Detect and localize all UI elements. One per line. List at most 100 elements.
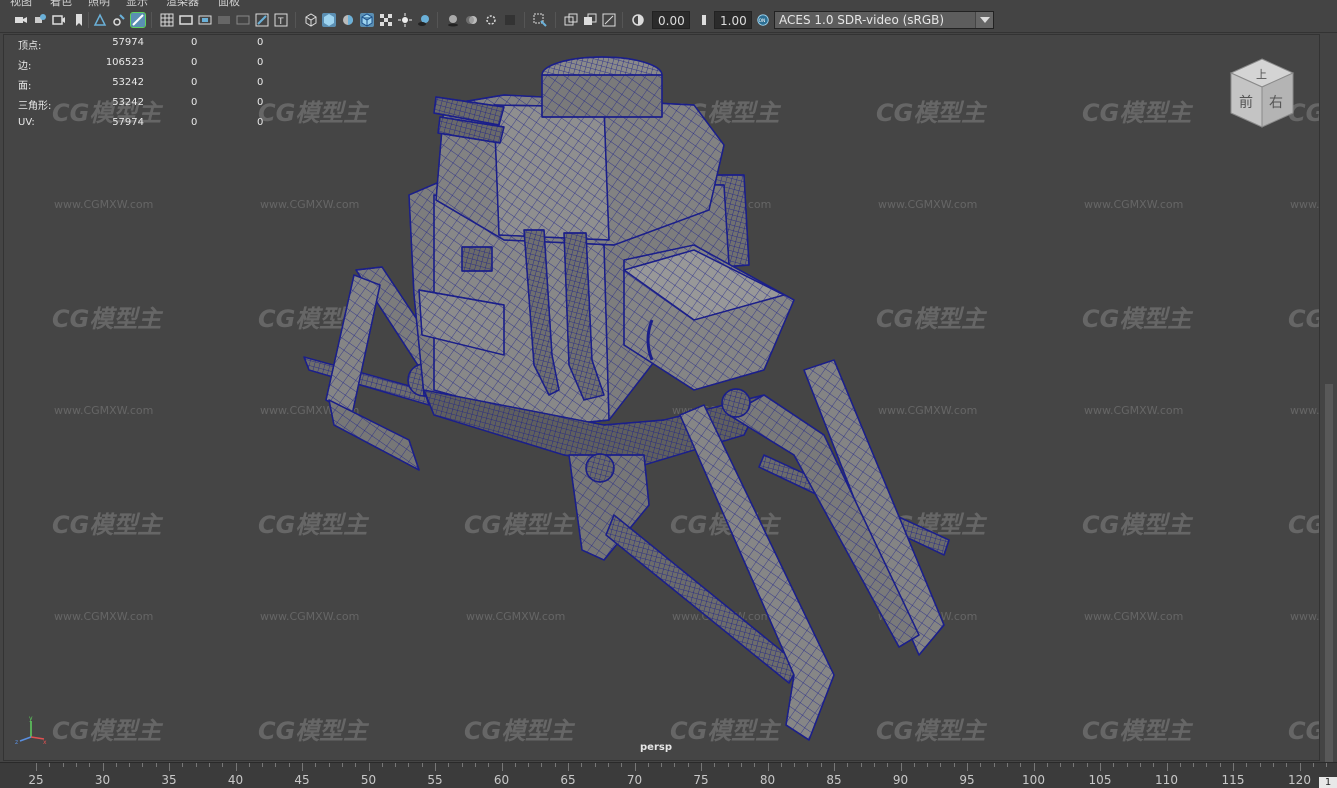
shadows-icon[interactable] (417, 13, 431, 27)
multisample-aa-icon[interactable] (484, 13, 498, 27)
menu-view[interactable]: 视图 (10, 0, 32, 8)
timeline-tick (701, 763, 702, 771)
gate-mask-icon[interactable] (217, 13, 231, 27)
smooth-shade-icon[interactable] (322, 13, 336, 27)
scroll-thumb[interactable] (1325, 384, 1333, 774)
default-material-icon[interactable] (341, 13, 355, 27)
color-management-select[interactable]: ACES 1.0 SDR-video (sRGB) (774, 11, 994, 29)
timeline-tick (182, 763, 184, 767)
timeline-tick (1046, 763, 1048, 767)
perspective-viewport[interactable]: CG模型主 www.CGMXW.com CG模型主 www.CGMXW.com CG模型… (3, 34, 1320, 761)
timeline-tick (408, 763, 410, 767)
image-plane-icon[interactable] (112, 13, 126, 27)
menu-show[interactable]: 显示 (126, 0, 148, 8)
film-gate-icon[interactable] (179, 13, 193, 27)
menu-renderer[interactable]: 渲染器 (166, 0, 199, 8)
panel-toolbar: T 0.00 1.00 ON ACES 1.0 SDR-video (sRGB) (0, 8, 1337, 33)
timeline-tick (1219, 763, 1221, 767)
xray-icon[interactable] (379, 13, 393, 27)
timeline-tick (940, 763, 942, 767)
timeline-tick (395, 763, 397, 767)
timeline-tick (1126, 763, 1128, 767)
hud-label: 三角形: (18, 101, 52, 112)
svg-text:T: T (277, 17, 284, 27)
timeline-tick (129, 763, 131, 767)
xray-components-icon[interactable] (583, 13, 597, 27)
timeline-tick-label: 110 (1155, 773, 1178, 787)
timeline-tick (1139, 763, 1141, 767)
xray-joints-icon[interactable] (564, 13, 578, 27)
depth-of-field-icon[interactable] (503, 13, 517, 27)
gamma-icon[interactable] (695, 13, 709, 27)
current-frame-indicator[interactable]: 1 (1319, 777, 1337, 788)
spider-tank-model[interactable] (4, 35, 1320, 761)
bookmark-icon[interactable] (72, 13, 86, 27)
timeline-tick (1033, 763, 1035, 771)
chevron-down-icon[interactable] (975, 12, 993, 28)
view-cube-front[interactable]: 前 (1239, 94, 1253, 111)
wireframe-cube-icon[interactable] (304, 13, 318, 27)
safe-action-icon[interactable] (255, 13, 269, 27)
view-cube-top[interactable]: 上 (1256, 68, 1267, 81)
grid-icon[interactable] (160, 13, 174, 27)
timeline-tick-label: 100 (1022, 773, 1045, 787)
color-management-value: ACES 1.0 SDR-video (sRGB) (779, 13, 945, 27)
timeline-tick (222, 763, 224, 767)
timeline-tick-label: 75 (693, 773, 709, 787)
hud-uv: 0 (257, 77, 264, 88)
gamma-field[interactable]: 1.00 (714, 11, 752, 29)
maya-viewport-window: 视图 着色 照明 显示 渲染器 面板 T 0.00 1.00 ON ACES 1… (0, 0, 1337, 788)
timeline-tick (1299, 763, 1301, 771)
safe-title-icon[interactable]: T (274, 13, 288, 27)
menu-panels[interactable]: 面板 (218, 0, 240, 8)
timeline-tick (541, 763, 543, 767)
hud-value: 53242 (112, 97, 144, 108)
exposure-icon[interactable] (631, 13, 645, 27)
camera-icon[interactable] (14, 13, 28, 27)
hud-value: 57974 (112, 117, 144, 128)
panel-menu-bar: 视图 着色 照明 显示 渲染器 面板 (0, 0, 1337, 8)
camera-attributes-icon[interactable] (33, 13, 47, 27)
vertical-scrollbar[interactable] (1321, 34, 1337, 774)
use-all-lights-icon[interactable] (398, 13, 412, 27)
hud-row: 面: 53242 0 0 (18, 77, 278, 97)
screen-space-ao-icon[interactable] (446, 13, 460, 27)
timeline-tick-label: 25 (28, 773, 44, 787)
motion-blur-icon[interactable] (465, 13, 479, 27)
timeline-tick (461, 763, 463, 767)
timeline-tick (993, 763, 995, 767)
time-slider[interactable]: 25 30 35 40 45 50 55 60 65 70 75 80 85 90 95 100 105 110 1… (0, 762, 1337, 788)
timeline-tick (235, 763, 237, 771)
bookmark-camera-icon[interactable] (52, 13, 66, 27)
timeline-tick (1166, 763, 1168, 771)
grid-snap-icon[interactable] (93, 13, 107, 27)
menu-lighting[interactable]: 照明 (88, 0, 110, 8)
timeline-tick (355, 763, 357, 767)
timeline-tick (288, 763, 290, 767)
svg-text:z: z (15, 739, 18, 745)
timeline-tick (1179, 763, 1181, 767)
timeline-tick (568, 763, 569, 771)
2d-pan-zoom-icon[interactable] (130, 12, 146, 28)
timeline-tick (873, 763, 875, 767)
timeline-tick (1086, 763, 1088, 767)
resolution-gate-icon[interactable] (198, 13, 212, 27)
menu-shading[interactable]: 着色 (50, 0, 72, 8)
timeline-tick (647, 763, 649, 767)
timeline-tick (1326, 763, 1328, 767)
view-cube-right[interactable]: 右 (1269, 95, 1283, 111)
exposure-field[interactable]: 0.00 (652, 11, 690, 29)
timeline-tick (767, 763, 769, 771)
view-cube[interactable]: 上 前 右 (1229, 57, 1295, 129)
timeline-tick (554, 763, 556, 767)
timeline-tick (1286, 763, 1288, 767)
timeline-tick (794, 763, 796, 767)
view-transform-toggle[interactable]: ON (756, 13, 772, 27)
isolate-select-icon[interactable] (533, 13, 547, 27)
select-camera-icon[interactable] (602, 13, 616, 27)
field-chart-icon[interactable] (236, 13, 250, 27)
hud-label: UV: (18, 117, 35, 128)
timeline-tick-label: 115 (1221, 773, 1245, 787)
timeline-tick (714, 763, 716, 767)
wireframe-on-shaded-icon[interactable] (360, 13, 374, 27)
